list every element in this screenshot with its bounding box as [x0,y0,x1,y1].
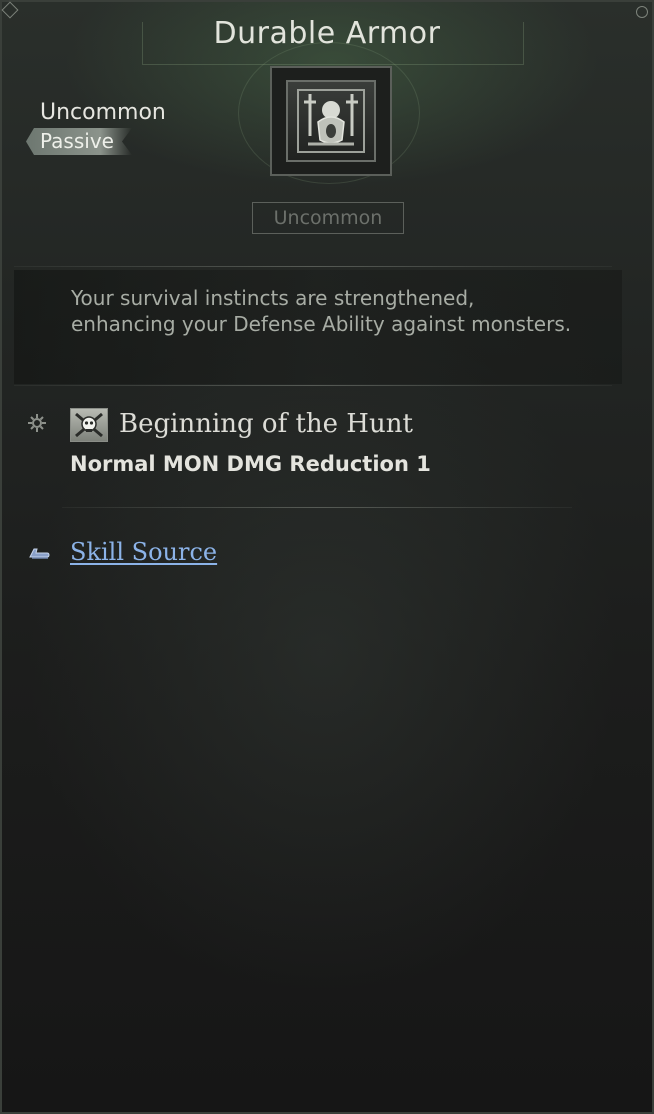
armor-crest-glyph [297,89,365,153]
effect-name: Beginning of the Hunt [119,409,413,439]
skill-tooltip-panel: Durable Armor Uncommon Passive Uncommon … [0,0,654,1114]
skill-icon-frame [286,80,376,162]
skull-swords-icon [70,408,108,442]
pointing-hand-icon [28,544,50,559]
skill-title: Durable Armor [213,16,441,51]
armor-crest-icon [270,66,392,176]
skill-description: Your survival instincts are strengthened… [71,286,572,336]
divider [14,385,612,386]
skill-type-tag: Passive [26,128,132,155]
divider [62,507,572,508]
skill-source-link[interactable]: Skill Source [70,538,217,566]
divider [14,266,612,267]
gear-icon [28,414,46,432]
effect-detail: Normal MON DMG Reduction 1 [70,452,431,476]
rarity-label: Uncommon [40,100,166,125]
rarity-badge: Uncommon [252,202,404,234]
